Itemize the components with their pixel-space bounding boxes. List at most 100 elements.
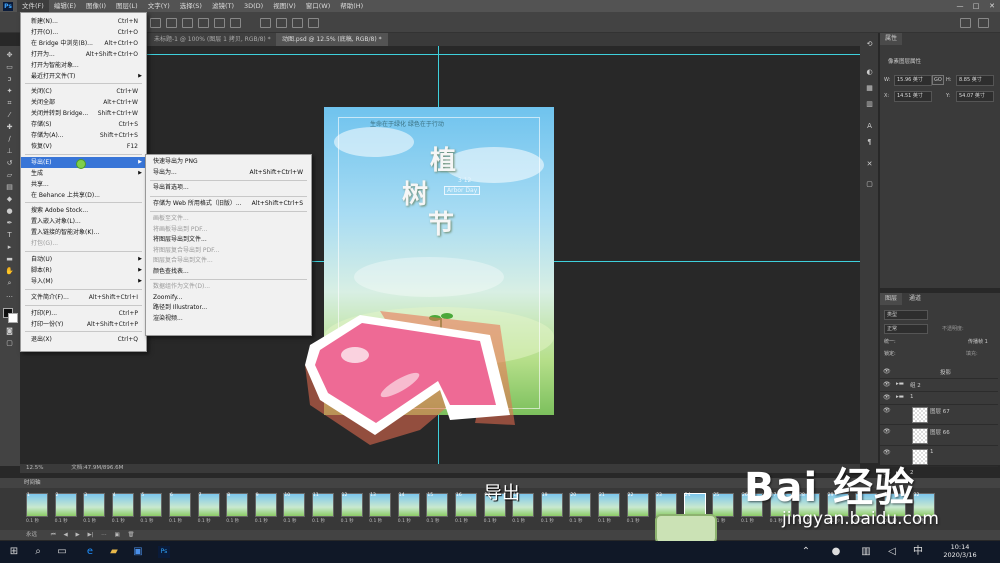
file-menu-item[interactable]: 自动(U) ▶ xyxy=(21,254,146,265)
tab-untitled-1[interactable]: 未标题-1 @ 100% (图层 1 拷贝, RGB/8) * xyxy=(148,33,277,46)
timeline-frame[interactable]: 1 0.1 秒 xyxy=(26,493,48,524)
frame-duration[interactable]: 0.1 秒 xyxy=(627,518,640,524)
menu-6[interactable]: 滤镜(T) xyxy=(207,0,239,12)
timeline-frame[interactable]: 13 0.1 秒 xyxy=(369,493,392,524)
timeline-frame[interactable]: 22 0.1 秒 xyxy=(626,493,649,524)
hand-tool-icon[interactable]: ✋ xyxy=(5,268,14,275)
zoom-tool-icon[interactable]: ⌕ xyxy=(5,280,14,287)
file-menu-item[interactable]: 新建(N)... Ctrl+N xyxy=(21,16,146,27)
timeline-frame[interactable]: 2 0.1 秒 xyxy=(54,493,77,524)
link-dimensions-button[interactable]: GO xyxy=(932,75,944,85)
menu-9[interactable]: 窗口(W) xyxy=(301,0,336,12)
file-menu-item[interactable]: 退出(X) Ctrl+Q xyxy=(21,334,146,345)
frame-duration[interactable]: 0.1 秒 xyxy=(512,518,525,524)
timeline-frame[interactable]: 14 0.1 秒 xyxy=(397,493,420,524)
file-menu-item[interactable]: 搜索 Adobe Stock... xyxy=(21,205,146,216)
menu-3[interactable]: 图层(L) xyxy=(111,0,143,12)
tab-layers[interactable]: 图层 xyxy=(880,293,903,305)
align-top-icon[interactable] xyxy=(198,18,209,28)
layer-filter-select[interactable]: 类型 xyxy=(884,310,928,320)
stamp-tool-icon[interactable]: ⊥ xyxy=(5,148,14,155)
export-submenu-item[interactable]: 渲染视频... xyxy=(146,314,311,325)
file-menu-item[interactable]: 文件简介(F)... Alt+Shift+Ctrl+I xyxy=(21,292,146,303)
brush-tool-icon[interactable]: ∕ xyxy=(5,136,14,143)
file-menu-item[interactable]: 脚本(R) ▶ xyxy=(21,265,146,276)
maximize-button[interactable]: □ xyxy=(968,2,984,10)
blur-tool-icon[interactable]: ◆ xyxy=(5,196,14,203)
ime-icon[interactable]: 中 xyxy=(912,546,924,558)
file-menu-item[interactable]: 打印(P)... Ctrl+P xyxy=(21,308,146,319)
frame-duration[interactable]: 0.1 秒 xyxy=(426,518,439,524)
timeline-frame[interactable]: 7 0.1 秒 xyxy=(197,493,220,524)
export-submenu-item[interactable]: 图层复合导出到文件... xyxy=(146,256,311,267)
distribute-icon[interactable] xyxy=(260,18,271,28)
next-frame-button[interactable]: ▶| xyxy=(87,532,93,538)
file-menu-item[interactable]: 存储为(A)... Shift+Ctrl+S xyxy=(21,130,146,141)
frame-duration[interactable]: 0.1 秒 xyxy=(484,518,497,524)
export-submenu-item[interactable]: 导出首选项... xyxy=(146,183,311,194)
export-submenu-item[interactable]: 数据组作为文件(D)... xyxy=(146,282,311,293)
windows-start-icon[interactable]: ⊞ xyxy=(8,546,20,558)
app-icon[interactable]: ▣ xyxy=(132,546,144,558)
play-button[interactable]: ▶ xyxy=(75,532,79,538)
file-explorer-icon[interactable]: ▰ xyxy=(108,546,120,558)
history-icon[interactable]: ⟲ xyxy=(865,41,874,48)
file-menu-item[interactable]: 置入链接的智能对象(K)... xyxy=(21,227,146,238)
align-center-icon[interactable] xyxy=(166,18,177,28)
adjustments-icon[interactable]: ◐ xyxy=(865,69,874,76)
magic-wand-tool-icon[interactable]: ✦ xyxy=(5,88,14,95)
close-button[interactable]: ✕ xyxy=(984,2,1000,10)
frame-duration[interactable]: 0.1 秒 xyxy=(55,518,68,524)
file-menu-item[interactable]: 恢复(V) F12 xyxy=(21,141,146,152)
screen-mode-icon[interactable]: ▢ xyxy=(5,340,14,347)
eyedropper-tool-icon[interactable]: ⁄ xyxy=(5,112,14,119)
timeline-frame[interactable]: 5 0.1 秒 xyxy=(140,493,163,524)
frame-duration[interactable]: 0.1 秒 xyxy=(455,518,468,524)
frame-duration[interactable]: 0.1 秒 xyxy=(369,518,382,524)
export-submenu-item[interactable]: 画板至文件... xyxy=(146,214,311,225)
timeline-frame[interactable]: 12 0.1 秒 xyxy=(340,493,363,524)
file-menu-item[interactable]: 打开为... Alt+Shift+Ctrl+O xyxy=(21,49,146,60)
visibility-eye-icon[interactable]: 👁 xyxy=(883,407,891,414)
export-submenu-item[interactable]: 导出为... Alt+Shift+Ctrl+W xyxy=(146,168,311,179)
file-menu-item[interactable]: 在 Bridge 中浏览(B)... Alt+Ctrl+O xyxy=(21,38,146,49)
frame-duration[interactable]: 0.1 秒 xyxy=(741,518,754,524)
file-menu-item[interactable]: 打开(O)... Ctrl+O xyxy=(21,27,146,38)
duplicate-frame-button[interactable]: ▣ xyxy=(115,532,120,538)
frame-duration[interactable]: 0.1 秒 xyxy=(770,518,783,524)
tab-active-document[interactable]: 动图.psd @ 12.5% (底稿, RGB/8) * xyxy=(276,33,388,46)
tab-channels[interactable]: 通道 xyxy=(904,293,927,305)
align-right-icon[interactable] xyxy=(182,18,193,28)
mic-icon[interactable]: ● xyxy=(830,546,842,558)
file-menu-item[interactable]: 关闭(C) Ctrl+W xyxy=(21,86,146,97)
quick-mask-icon[interactable]: ◙ xyxy=(5,328,14,335)
move-tool-icon[interactable]: ✥ xyxy=(5,52,14,59)
healing-tool-icon[interactable]: ✚ xyxy=(5,124,14,131)
volume-icon[interactable]: ◁ xyxy=(886,546,898,558)
tween-button[interactable]: ⋯ xyxy=(101,532,107,538)
prev-frame-button[interactable]: ◀ xyxy=(63,532,67,538)
timeline-frame[interactable]: 11 0.1 秒 xyxy=(312,493,334,524)
workspace-icon[interactable] xyxy=(978,18,989,28)
distribute-icon[interactable] xyxy=(276,18,287,28)
history-brush-icon[interactable]: ↺ xyxy=(5,160,14,167)
tray-icon[interactable]: ⌃ xyxy=(800,546,812,558)
info-icon[interactable]: ▢ xyxy=(865,181,874,188)
distribute-icon[interactable] xyxy=(292,18,303,28)
delete-frame-button[interactable]: 🗑 xyxy=(127,532,134,538)
frame-duration[interactable]: 0.1 秒 xyxy=(226,518,239,524)
layer-row[interactable]: 👁 图层 67 xyxy=(880,404,998,425)
marquee-tool-icon[interactable]: ▭ xyxy=(5,64,14,71)
search-icon[interactable] xyxy=(960,18,971,28)
layer-row[interactable]: 👁 投影 xyxy=(880,365,998,379)
timeline-frame[interactable]: 4 0.1 秒 xyxy=(111,493,134,524)
text-tool-icon[interactable]: T xyxy=(5,232,14,239)
visibility-eye-icon[interactable]: 👁 xyxy=(883,428,891,435)
path-selection-icon[interactable]: ▸ xyxy=(5,244,14,251)
export-submenu-item[interactable]: 颜色查找表... xyxy=(146,267,311,278)
menu-5[interactable]: 选择(S) xyxy=(175,0,207,12)
gradient-tool-icon[interactable]: ▤ xyxy=(5,184,14,191)
align-middle-icon[interactable] xyxy=(214,18,225,28)
timeline-frame[interactable]: 21 0.1 秒 xyxy=(598,493,620,524)
timeline-frame[interactable]: 6 0.1 秒 xyxy=(169,493,191,524)
